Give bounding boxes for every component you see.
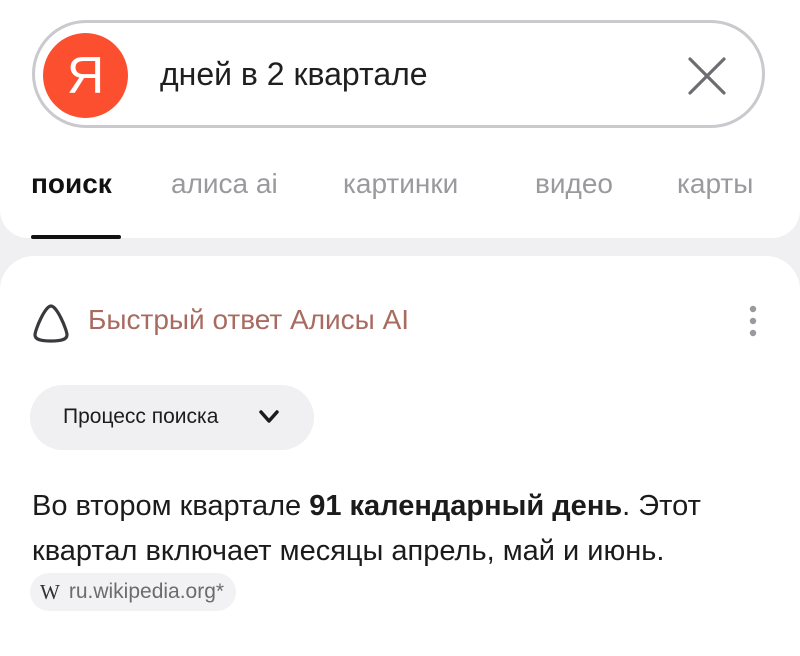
chevron-down-icon [259,410,279,423]
tab-alisa-ai[interactable]: алиса ai [171,168,278,200]
search-process-label: Процесс поиска [63,405,219,428]
tab-video[interactable]: видео [535,168,613,200]
search-tabs: поиск алиса ai картинки видео карты [0,160,800,239]
search-header: Я дней в 2 квартале поиск алиса ai карти… [0,0,800,239]
tab-images[interactable]: картинки [343,168,458,200]
tab-search[interactable]: поиск [31,168,112,200]
active-tab-indicator [31,235,121,239]
search-process-button[interactable]: Процесс поиска [30,385,314,450]
source-link[interactable]: W ru.wikipedia.org* [30,573,237,611]
yandex-logo-letter: Я [66,46,105,105]
quick-answer-title: Быстрый ответ Алисы AI [88,304,410,335]
alice-icon [33,304,69,343]
yandex-logo[interactable]: Я [43,33,128,118]
wikipedia-icon: W [40,579,60,604]
search-bar[interactable]: Я дней в 2 квартале [32,20,765,128]
tab-maps[interactable]: карты [677,168,753,200]
more-icon[interactable] [742,302,764,342]
search-input[interactable]: дней в 2 квартале [160,56,428,93]
clear-icon[interactable] [687,56,727,96]
answer-highlight: 91 календарный день [309,490,623,522]
source-domain: ru.wikipedia.org* [68,580,225,603]
answer-text-start: Во втором квартале [32,490,310,522]
answer-text: Во втором квартале 91 календарный день. … [32,484,782,574]
